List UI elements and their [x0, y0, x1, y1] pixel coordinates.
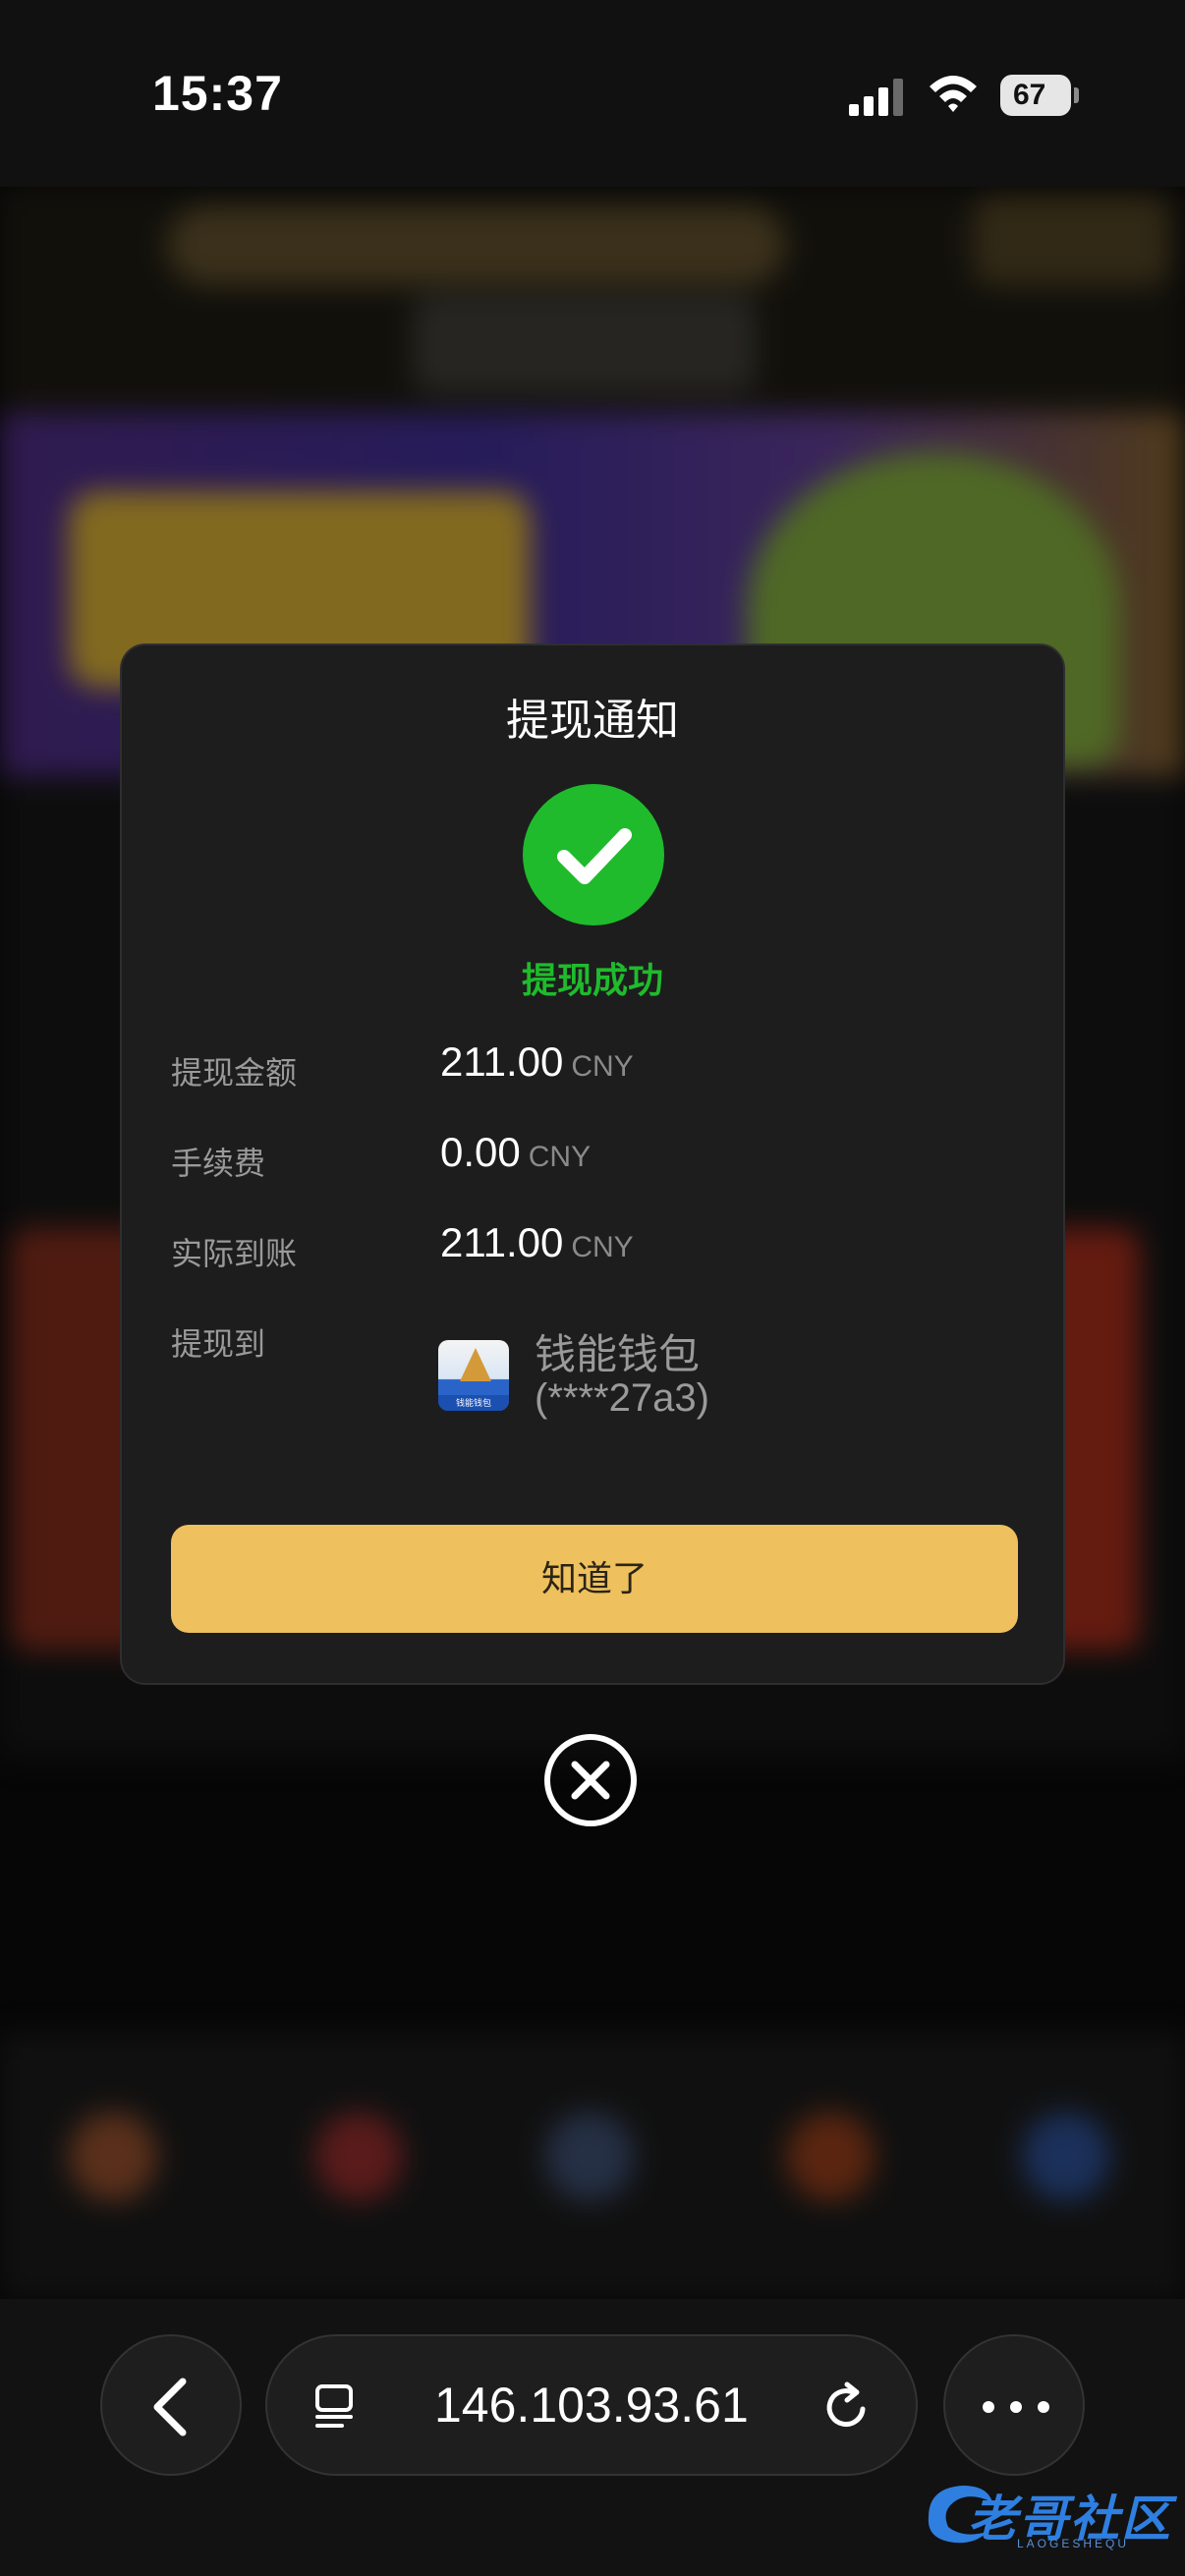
wifi-icon — [930, 76, 977, 112]
watermark-subtext: LAOGESHEQU — [1017, 2537, 1130, 2550]
wallet-name: 钱能钱包 — [535, 1331, 701, 1377]
battery-level: 67 — [1000, 75, 1071, 116]
status-time: 15:37 — [152, 66, 283, 121]
amount-label: 提现金额 — [171, 1055, 298, 1091]
withdrawal-notice-modal: 提现通知 提现成功 提现金额 211.00 CNY 手续费 0.00 CNY 实际到… — [120, 644, 1065, 1685]
cellular-signal-icon — [849, 79, 903, 116]
back-button[interactable] — [100, 2334, 242, 2476]
destination-label: 提现到 — [171, 1326, 266, 1362]
battery-icon: 67 — [1000, 75, 1079, 116]
fee-value: 0.00 CNY — [440, 1129, 592, 1175]
received-value: 211.00 CNY — [440, 1219, 634, 1265]
amount-value: 211.00 CNY — [440, 1038, 634, 1085]
modal-title: 提现通知 — [506, 697, 679, 745]
watermark: 老哥社区 LAOGESHEQU — [919, 2476, 1174, 2554]
url-text: 146.103.93.61 — [434, 2378, 749, 2433]
received-label: 实际到账 — [171, 1236, 298, 1271]
wallet-logo-icon: 钱能钱包 — [438, 1340, 509, 1411]
success-check-icon — [523, 784, 664, 925]
close-modal-button[interactable] — [544, 1734, 637, 1826]
fee-label: 手续费 — [171, 1146, 266, 1181]
close-icon — [571, 1761, 610, 1800]
status-text: 提现成功 — [521, 960, 663, 1000]
wallet-account: (****27a3) — [535, 1376, 709, 1420]
reload-icon[interactable] — [819, 2380, 875, 2435]
address-bar[interactable]: 146.103.93.61 — [265, 2334, 918, 2476]
more-options-button[interactable] — [943, 2334, 1085, 2476]
confirm-button[interactable]: 知道了 — [171, 1525, 1018, 1633]
ellipsis-icon — [983, 2401, 1049, 2413]
chevron-left-icon — [153, 2378, 187, 2436]
tab-overview-icon[interactable] — [312, 2381, 362, 2431]
status-bar: 15:37 67 — [0, 0, 1185, 187]
